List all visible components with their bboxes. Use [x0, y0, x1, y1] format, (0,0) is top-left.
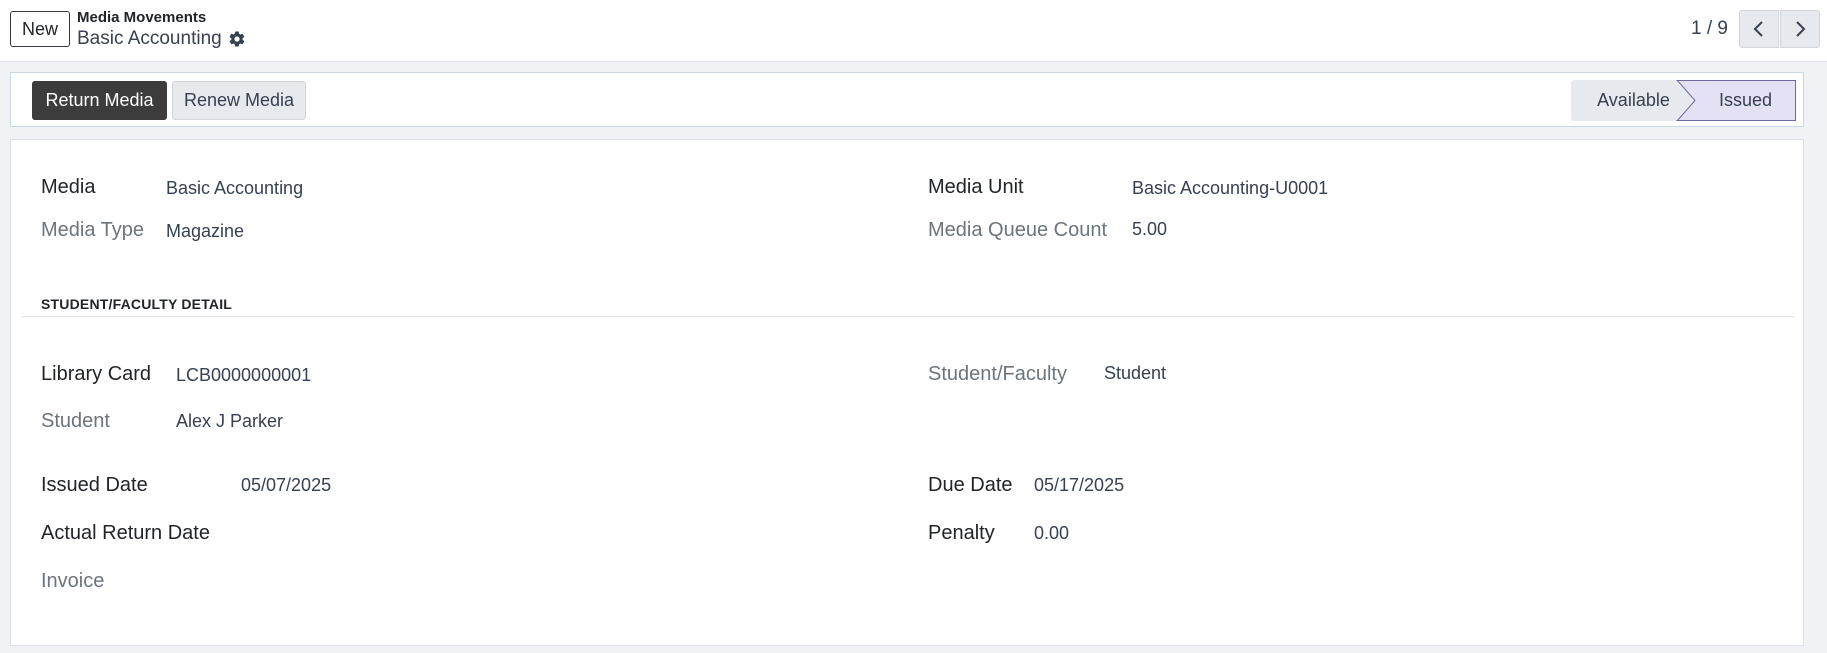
- section-title: STUDENT/FACULTY DETAIL: [41, 296, 233, 312]
- form-sheet: Media Basic Accounting Media Type Magazi…: [10, 139, 1804, 646]
- stage-separator: [1677, 80, 1696, 121]
- penalty-label: Penalty: [928, 522, 995, 544]
- breadcrumb-parent[interactable]: Media Movements: [77, 9, 206, 26]
- media-unit-value[interactable]: Basic Accounting-U0001: [1132, 178, 1328, 199]
- library-card-value[interactable]: LCB0000000001: [176, 365, 311, 386]
- due-date-label: Due Date: [928, 474, 1013, 496]
- breadcrumb-current-label: Basic Accounting: [77, 28, 222, 49]
- form-statusbar: Return Media Renew Media Available Issue…: [10, 72, 1804, 127]
- due-date-value[interactable]: 05/17/2025: [1034, 475, 1124, 496]
- gear-icon[interactable]: [228, 30, 246, 48]
- student-faculty-value[interactable]: Student: [1104, 363, 1166, 384]
- media-type-value[interactable]: Magazine: [166, 221, 244, 242]
- library-card-label: Library Card: [41, 363, 152, 385]
- media-value[interactable]: Basic Accounting: [166, 178, 303, 199]
- actual-return-date-label: Actual Return Date: [41, 522, 210, 544]
- renew-media-button[interactable]: Renew Media: [172, 81, 306, 120]
- pager-value[interactable]: 1 / 9: [1691, 18, 1728, 40]
- penalty-value[interactable]: 0.00: [1034, 523, 1069, 544]
- media-queue-count-value: 5.00: [1132, 219, 1168, 239]
- issued-date-value[interactable]: 05/07/2025: [241, 475, 331, 496]
- chevron-left-icon: [1753, 21, 1763, 37]
- pager-next-button[interactable]: [1780, 10, 1820, 48]
- media-unit-label: Media Unit: [928, 176, 1024, 198]
- chevron-right-icon: [1796, 21, 1806, 37]
- pager-previous-button[interactable]: [1739, 10, 1779, 48]
- section-divider: [22, 316, 1794, 317]
- student-value[interactable]: Alex J Parker: [176, 411, 283, 432]
- new-button[interactable]: New: [10, 11, 70, 47]
- media-label: Media: [41, 176, 96, 198]
- student-label: Student: [41, 410, 110, 432]
- student-faculty-label: Student/Faculty: [928, 363, 1067, 385]
- media-type-label: Media Type: [41, 219, 145, 241]
- media-queue-count-label: Media Queue Count: [928, 219, 1108, 241]
- breadcrumb-current: Basic Accounting: [77, 28, 246, 50]
- issued-date-label: Issued Date: [41, 474, 148, 496]
- return-media-button[interactable]: Return Media: [32, 81, 167, 120]
- invoice-label: Invoice: [41, 570, 105, 592]
- control-panel: New Media Movements Basic Accounting 1 /…: [0, 0, 1827, 62]
